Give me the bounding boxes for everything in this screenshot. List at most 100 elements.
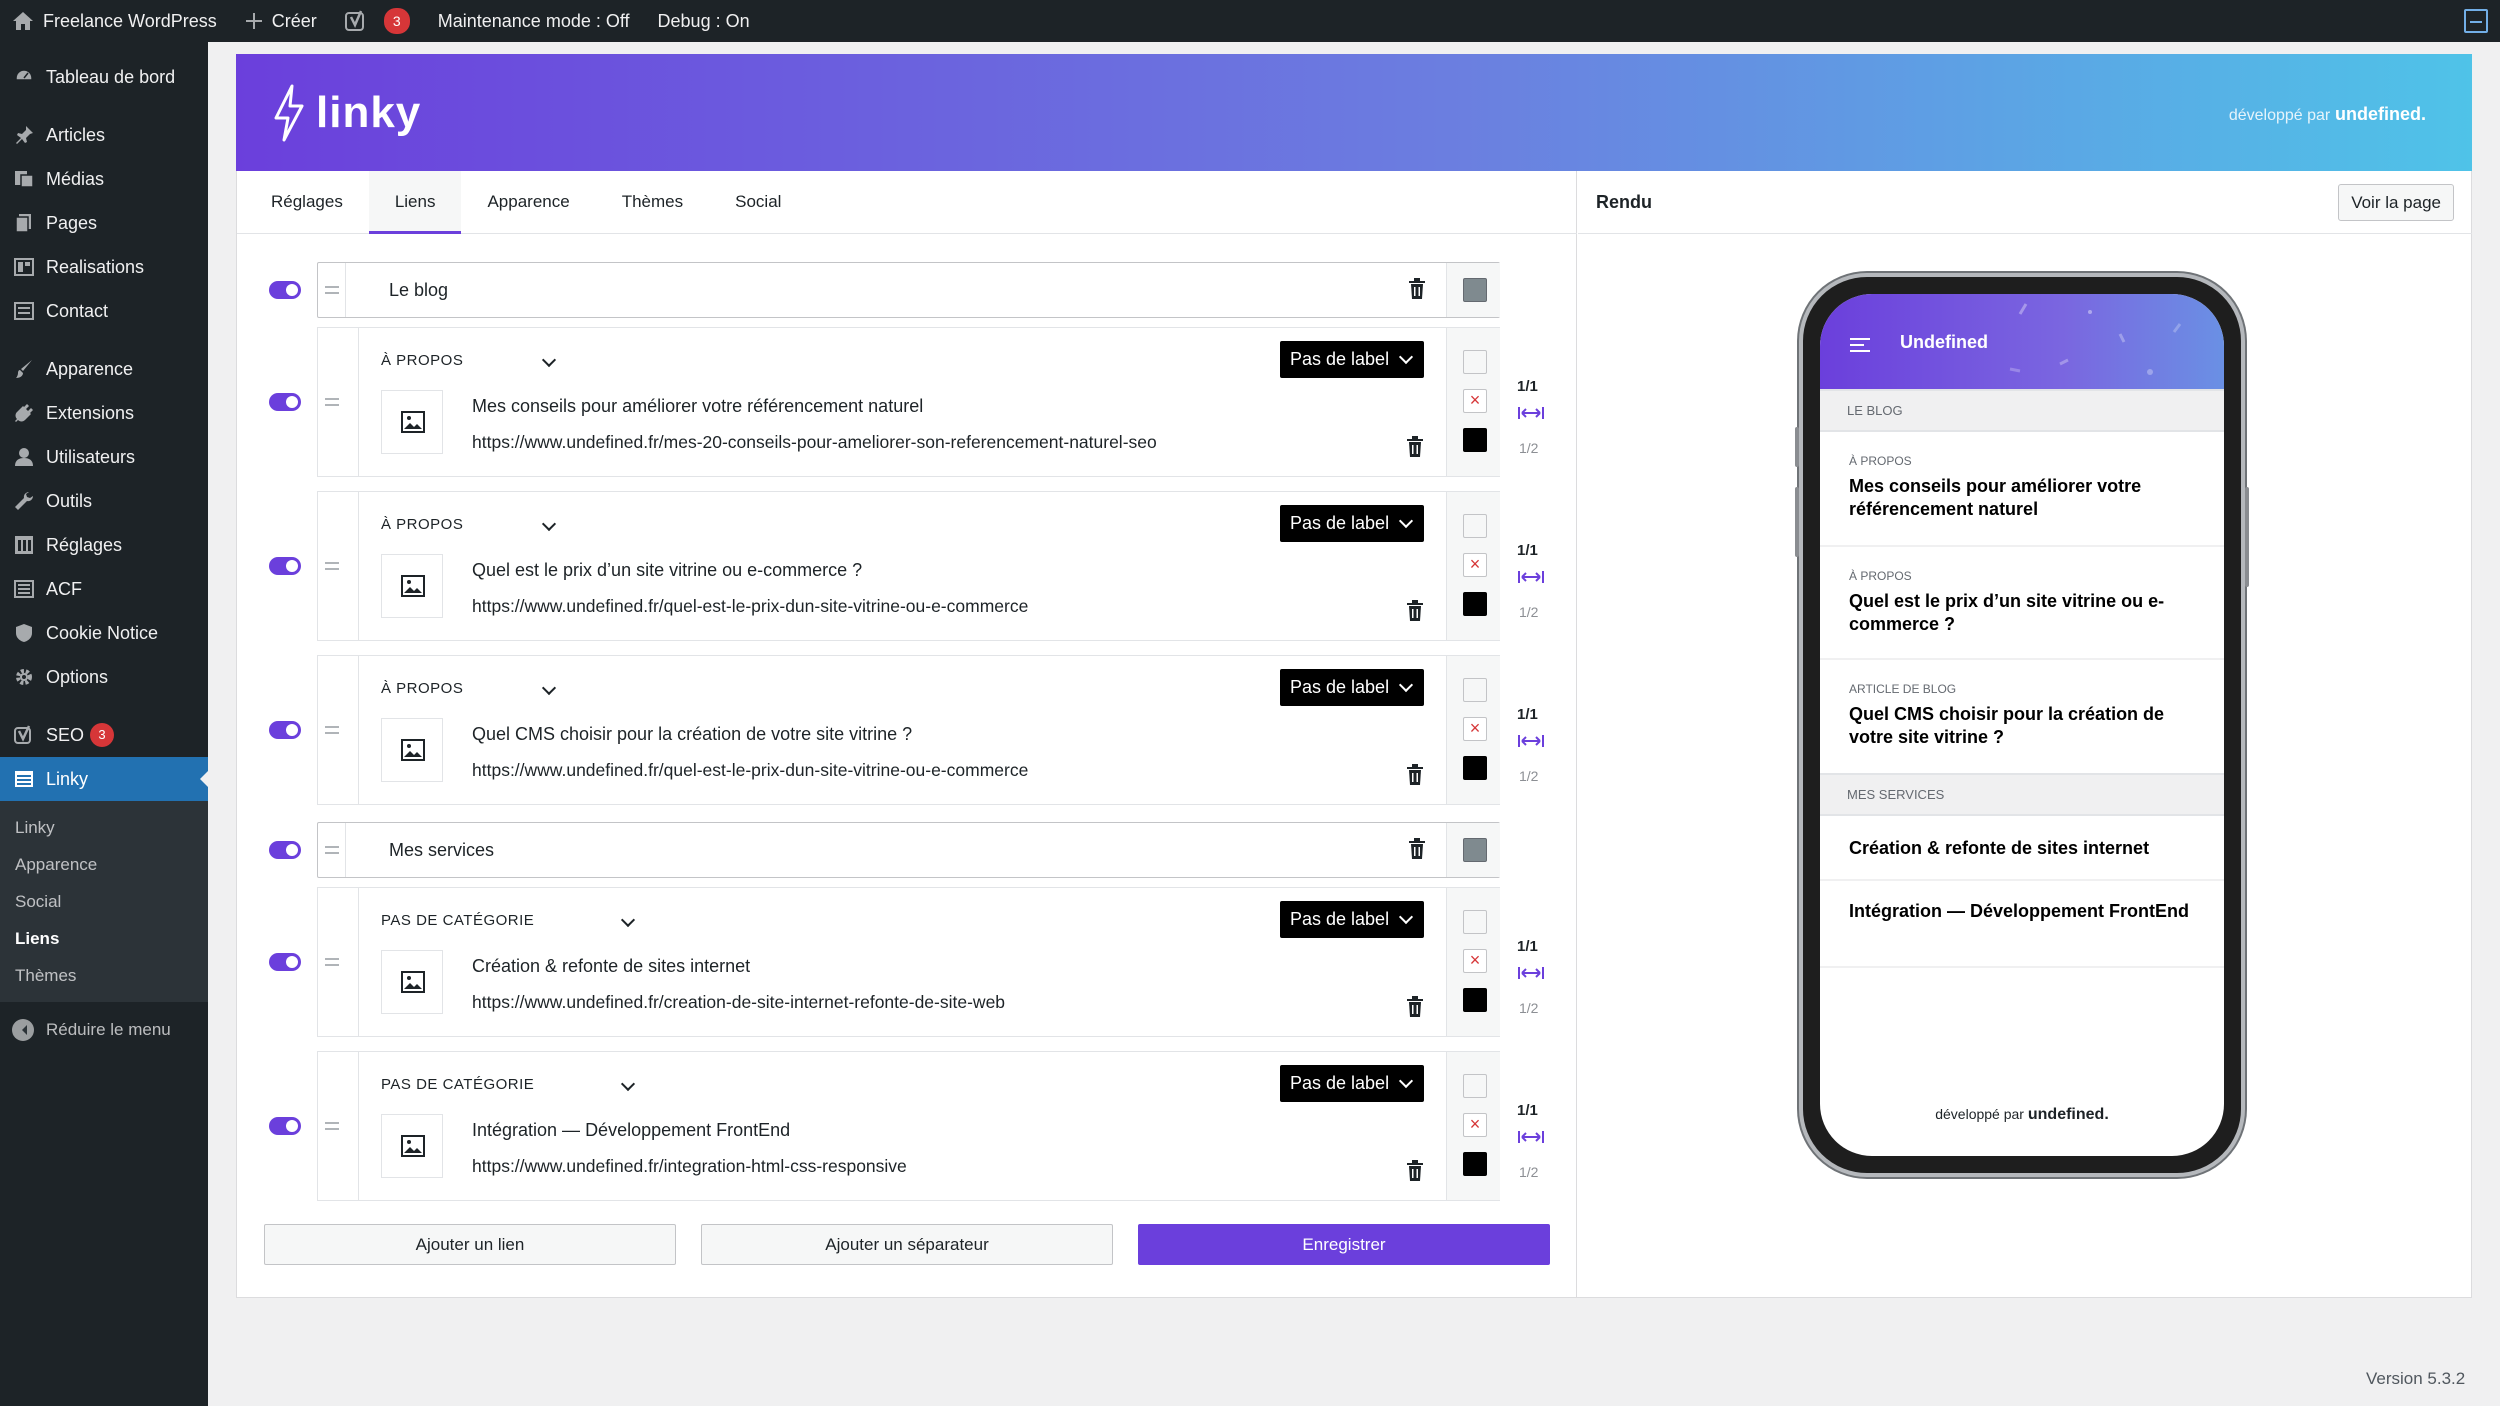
hamburger-menu-icon[interactable] xyxy=(1850,338,1870,352)
text-color-swatch[interactable] xyxy=(1463,592,1487,616)
chevron-down-icon[interactable] xyxy=(620,912,636,928)
no-color-icon[interactable]: × xyxy=(1463,553,1487,577)
category-select[interactable]: À PROPOS xyxy=(381,680,463,697)
trash-icon[interactable] xyxy=(1406,996,1424,1018)
menu-item-apparence[interactable]: Apparence xyxy=(0,347,208,391)
menu-item-options[interactable]: Options xyxy=(0,655,208,699)
create-new-link[interactable]: Créer xyxy=(233,0,333,42)
menu-item-seo[interactable]: SEO 3 xyxy=(0,713,208,757)
debug-link[interactable]: Debug : On xyxy=(646,0,766,42)
tab-themes[interactable]: Thèmes xyxy=(596,171,709,233)
background-color-swatch[interactable] xyxy=(1463,514,1487,538)
menu-item-linky[interactable]: Linky xyxy=(0,757,208,801)
tab-social[interactable]: Social xyxy=(709,171,807,233)
link-title[interactable]: Mes conseils pour améliorer votre référe… xyxy=(472,396,923,417)
color-swatch[interactable] xyxy=(1463,278,1487,302)
separator-label[interactable]: Le blog xyxy=(389,263,448,317)
expand-width-icon[interactable] xyxy=(1517,733,1545,749)
menu-item-medias[interactable]: Médias xyxy=(0,157,208,201)
add-separator-button[interactable]: Ajouter un séparateur xyxy=(701,1224,1113,1265)
visibility-toggle[interactable] xyxy=(269,557,301,575)
menu-item-utilisateurs[interactable]: Utilisateurs xyxy=(0,435,208,479)
expand-width-icon[interactable] xyxy=(1517,1129,1545,1145)
menu-item-outils[interactable]: Outils xyxy=(0,479,208,523)
background-color-swatch[interactable] xyxy=(1463,910,1487,934)
tab-reglages[interactable]: Réglages xyxy=(245,171,369,233)
submenu-item-linky[interactable]: Linky xyxy=(0,809,208,846)
link-url[interactable]: https://www.undefined.fr/quel-est-le-pri… xyxy=(472,760,1028,781)
width-full-option[interactable]: 1/1 xyxy=(1517,378,1538,395)
seo-menu-link[interactable]: 3 xyxy=(333,0,426,42)
no-color-icon[interactable]: × xyxy=(1463,389,1487,413)
menu-item-dashboard[interactable]: Tableau de bord xyxy=(0,55,208,99)
color-swatch[interactable] xyxy=(1463,838,1487,862)
minimize-icon[interactable] xyxy=(2464,9,2488,33)
collapse-menu-button[interactable]: Réduire le menu xyxy=(0,1008,208,1052)
submenu-item-liens[interactable]: Liens xyxy=(0,920,208,957)
thumbnail-picker[interactable] xyxy=(381,950,443,1014)
drag-handle-icon[interactable] xyxy=(318,1052,359,1200)
preview-link-item[interactable]: À PROPOS Mes conseils pour améliorer vot… xyxy=(1820,432,2224,547)
preview-footer-brand[interactable]: undefined. xyxy=(2028,1106,2109,1123)
submenu-item-social[interactable]: Social xyxy=(0,883,208,920)
preview-link-item[interactable]: Intégration — Développement FrontEnd xyxy=(1820,881,2224,968)
visibility-toggle[interactable] xyxy=(269,1117,301,1135)
width-half-option[interactable]: 1/2 xyxy=(1519,1164,1538,1180)
trash-icon[interactable] xyxy=(1408,278,1426,300)
label-dropdown[interactable]: Pas de label xyxy=(1280,669,1424,706)
text-color-swatch[interactable] xyxy=(1463,988,1487,1012)
label-dropdown[interactable]: Pas de label xyxy=(1280,1065,1424,1102)
background-color-swatch[interactable] xyxy=(1463,350,1487,374)
width-full-option[interactable]: 1/1 xyxy=(1517,542,1538,559)
text-color-swatch[interactable] xyxy=(1463,756,1487,780)
category-select[interactable]: PAS DE CATÉGORIE xyxy=(381,912,534,929)
expand-width-icon[interactable] xyxy=(1517,569,1545,585)
expand-width-icon[interactable] xyxy=(1517,405,1545,421)
width-half-option[interactable]: 1/2 xyxy=(1519,768,1538,784)
drag-handle-icon[interactable] xyxy=(318,888,359,1036)
preview-link-item[interactable]: Création & refonte de sites internet xyxy=(1820,816,2224,881)
background-color-swatch[interactable] xyxy=(1463,1074,1487,1098)
category-select[interactable]: À PROPOS xyxy=(381,352,463,369)
trash-icon[interactable] xyxy=(1408,838,1426,860)
drag-handle-icon[interactable] xyxy=(318,328,359,476)
category-select[interactable]: À PROPOS xyxy=(381,516,463,533)
link-url[interactable]: https://www.undefined.fr/quel-est-le-pri… xyxy=(472,596,1028,617)
thumbnail-picker[interactable] xyxy=(381,390,443,454)
menu-item-extensions[interactable]: Extensions xyxy=(0,391,208,435)
separator-label[interactable]: Mes services xyxy=(389,823,494,877)
drag-handle-icon[interactable] xyxy=(318,656,359,804)
visibility-toggle[interactable] xyxy=(269,953,301,971)
expand-width-icon[interactable] xyxy=(1517,965,1545,981)
link-url[interactable]: https://www.undefined.fr/integration-htm… xyxy=(472,1156,907,1177)
link-title[interactable]: Quel CMS choisir pour la création de vot… xyxy=(472,724,912,745)
thumbnail-picker[interactable] xyxy=(381,554,443,618)
no-color-icon[interactable]: × xyxy=(1463,717,1487,741)
drag-handle-icon[interactable] xyxy=(318,492,359,640)
visibility-toggle[interactable] xyxy=(269,841,301,859)
trash-icon[interactable] xyxy=(1406,436,1424,458)
site-name-link[interactable]: Freelance WordPress xyxy=(0,0,233,42)
link-title[interactable]: Création & refonte de sites internet xyxy=(472,956,750,977)
no-color-icon[interactable]: × xyxy=(1463,949,1487,973)
width-full-option[interactable]: 1/1 xyxy=(1517,706,1538,723)
trash-icon[interactable] xyxy=(1406,764,1424,786)
menu-item-articles[interactable]: Articles xyxy=(0,113,208,157)
link-title[interactable]: Quel est le prix d’un site vitrine ou e-… xyxy=(472,560,862,581)
chevron-down-icon[interactable] xyxy=(620,1076,636,1092)
category-select[interactable]: PAS DE CATÉGORIE xyxy=(381,1076,534,1093)
chevron-down-icon[interactable] xyxy=(541,680,557,696)
maintenance-mode-link[interactable]: Maintenance mode : Off xyxy=(426,0,646,42)
thumbnail-picker[interactable] xyxy=(381,1114,443,1178)
tab-liens[interactable]: Liens xyxy=(368,171,462,234)
trash-icon[interactable] xyxy=(1406,1160,1424,1182)
view-page-button[interactable]: Voir la page xyxy=(2338,184,2454,221)
width-half-option[interactable]: 1/2 xyxy=(1519,604,1538,620)
text-color-swatch[interactable] xyxy=(1463,428,1487,452)
label-dropdown[interactable]: Pas de label xyxy=(1280,901,1424,938)
width-half-option[interactable]: 1/2 xyxy=(1519,1000,1538,1016)
submenu-item-themes[interactable]: Thèmes xyxy=(0,957,208,994)
menu-item-contact[interactable]: Contact xyxy=(0,289,208,333)
add-link-button[interactable]: Ajouter un lien xyxy=(264,1224,676,1265)
link-url[interactable]: https://www.undefined.fr/mes-20-conseils… xyxy=(472,432,1157,453)
